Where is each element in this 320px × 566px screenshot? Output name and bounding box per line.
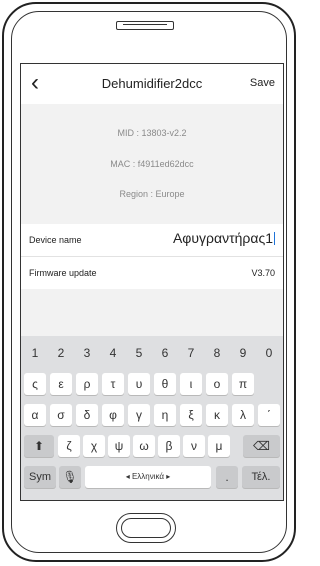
key-phi[interactable]: φ (102, 404, 124, 426)
done-key[interactable]: Τέλ. (242, 466, 280, 488)
key-upsilon[interactable]: υ (128, 373, 150, 395)
key-omega[interactable]: ω (133, 435, 155, 457)
mac-text: MAC : f4911ed62dcc (110, 159, 194, 169)
key-7[interactable]: 7 (179, 342, 203, 364)
key-6[interactable]: 6 (153, 342, 177, 364)
key-sigma[interactable]: σ (50, 404, 72, 426)
period-key[interactable]: . (216, 466, 238, 488)
speaker-grille (116, 21, 174, 30)
key-4[interactable]: 4 (101, 342, 125, 364)
voice-input-key[interactable]: 🎙 (59, 466, 81, 488)
key-3[interactable]: 3 (75, 342, 99, 364)
space-bar[interactable]: ◂ Ελληνικά ▸ (85, 466, 211, 488)
key-kappa[interactable]: κ (206, 404, 228, 426)
key-8[interactable]: 8 (205, 342, 229, 364)
firmware-update-row[interactable]: Firmware update V3.70 (21, 257, 283, 289)
save-button[interactable]: Save (250, 77, 275, 89)
page-title: Dehumidifier2dcc (101, 76, 203, 91)
key-9[interactable]: 9 (231, 342, 255, 364)
key-zeta[interactable]: ζ (58, 435, 80, 457)
key-eta[interactable]: η (154, 404, 176, 426)
backspace-icon: ⌫ (253, 439, 270, 453)
app-screen: ‹ Dehumidifier2dcc Save MID : 13803-v2.2… (20, 63, 284, 501)
device-name-label: Device name (29, 235, 82, 245)
key-pi[interactable]: π (232, 373, 254, 395)
device-name-row[interactable]: Device name Αφυγραντήρας1 (21, 224, 283, 256)
shift-arrow-icon: ⬆ (33, 439, 45, 453)
key-0[interactable]: 0 (257, 342, 281, 364)
key-psi[interactable]: ψ (108, 435, 130, 457)
sym-key[interactable]: Sym (24, 466, 56, 488)
key-alpha[interactable]: α (24, 404, 46, 426)
mid-text: MID : 13803-v2.2 (117, 128, 187, 138)
text-cursor (274, 232, 275, 245)
key-beta[interactable]: β (158, 435, 180, 457)
key-mu[interactable]: μ (208, 435, 230, 457)
shift-key[interactable]: ⬆ (24, 435, 54, 457)
region-text: Region : Europe (119, 189, 185, 199)
backspace-key[interactable]: ⌫ (243, 435, 280, 457)
key-5[interactable]: 5 (127, 342, 151, 364)
firmware-version: V3.70 (251, 268, 275, 278)
greek-keyboard: 1 2 3 4 5 6 7 8 9 0 ς ε ρ τ υ θ ι ο π α … (21, 336, 283, 500)
key-iota[interactable]: ι (180, 373, 202, 395)
key-1[interactable]: 1 (23, 342, 47, 364)
key-final-sigma[interactable]: ς (24, 373, 46, 395)
key-chi[interactable]: χ (83, 435, 105, 457)
key-lambda[interactable]: λ (232, 404, 254, 426)
device-name-input[interactable]: Αφυγραντήρας1 (173, 230, 275, 246)
key-2[interactable]: 2 (49, 342, 73, 364)
key-epsilon[interactable]: ε (50, 373, 72, 395)
home-button[interactable] (116, 513, 176, 543)
key-accent[interactable]: ΄ (258, 404, 280, 426)
firmware-update-label: Firmware update (29, 268, 97, 278)
microphone-icon: 🎙 (62, 470, 78, 484)
key-omicron[interactable]: ο (206, 373, 228, 395)
key-gamma[interactable]: γ (128, 404, 150, 426)
key-delta[interactable]: δ (76, 404, 98, 426)
app-header: ‹ Dehumidifier2dcc Save (21, 64, 283, 104)
key-xi[interactable]: ξ (180, 404, 202, 426)
key-tau[interactable]: τ (102, 373, 124, 395)
key-nu[interactable]: ν (183, 435, 205, 457)
key-rho[interactable]: ρ (76, 373, 98, 395)
key-theta[interactable]: θ (154, 373, 176, 395)
